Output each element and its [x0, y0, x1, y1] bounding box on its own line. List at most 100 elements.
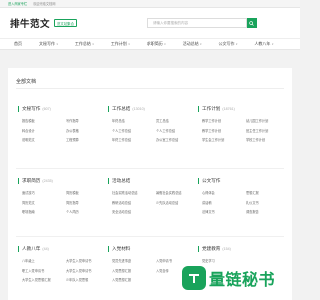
category-block: 人教八年 (44) 八年级上 大学生入党申请书 职工入党申请书 大学生入党申请书 大学生入党…	[18, 246, 108, 282]
category-header[interactable]: 入党材料	[108, 246, 198, 252]
nav-item[interactable]: 人教八年 ▾	[254, 41, 273, 47]
category-header[interactable]: 人教八年 (44)	[18, 246, 108, 252]
category-link[interactable]: 简历模板	[66, 190, 110, 195]
merchant-link[interactable]: 进入商家专栏	[8, 1, 27, 6]
search-input[interactable]: 请输入你要搜索的内容	[146, 18, 247, 28]
category-link[interactable]: 教学工作计划	[202, 118, 246, 123]
category-link[interactable]: 少年队入党思想	[66, 277, 110, 282]
chevron-down-icon: ▾	[164, 42, 166, 46]
category-link[interactable]: 年终工作总结	[112, 137, 156, 142]
category-link[interactable]: 少先队活动总结	[156, 200, 200, 205]
category-name: 公文写作	[202, 178, 221, 183]
category-link[interactable]: 调查报告	[246, 209, 290, 214]
nav-item[interactable]: 工作总结 ▾	[75, 41, 94, 47]
category-count: (2435)	[42, 179, 53, 183]
category-link[interactable]: 入党思想汇报	[112, 277, 156, 282]
category-link[interactable]: 学校工作计划	[246, 137, 290, 142]
divider	[16, 88, 284, 89]
category-link[interactable]: 讲话稿	[202, 200, 246, 205]
category-header[interactable]: 活动总结	[108, 178, 198, 184]
category-link[interactable]: 安全活动总结	[112, 209, 156, 214]
nav-item-label: 人教八年	[254, 41, 271, 46]
category-link[interactable]: 礼仪文书	[246, 200, 290, 205]
category-header[interactable]: 工作计划 (18761)	[198, 106, 288, 112]
nav-item[interactable]: 文秘写作 ▾	[39, 41, 58, 47]
category-link[interactable]: 党员先进事迹	[112, 258, 156, 263]
category-link[interactable]: 大学生入党申请书	[66, 268, 110, 273]
category-header[interactable]: 工作总结 (13010)	[108, 106, 198, 112]
category-count: (607)	[42, 107, 51, 111]
category-block: 求职简历 (2435) 面试技巧 简历模板 简历范文 简历指导 职场指南 个人简历	[18, 178, 108, 214]
category-link[interactable]: 暑假社会实践总结	[156, 190, 200, 195]
nav-item[interactable]: 求职简历 ▾	[147, 41, 166, 47]
nav-item-label: 工作计划	[110, 41, 127, 46]
category-link[interactable]: 幼儿园工作计划	[246, 118, 290, 123]
category-link[interactable]: 八年级上	[22, 258, 66, 263]
category-link[interactable]: 简历范文	[22, 200, 66, 205]
category-header[interactable]: 文秘写作 (607)	[18, 106, 108, 112]
category-link[interactable]: 办公表格	[66, 128, 110, 133]
category-link[interactable]: 入党申请书	[156, 258, 200, 263]
category-link[interactable]: 学生会工作计划	[202, 137, 246, 142]
category-link[interactable]: 党史学习	[202, 258, 246, 263]
category-name: 工作计划	[202, 106, 221, 111]
category-link[interactable]: 员工总结	[156, 118, 200, 123]
logo-text: 排牛范文	[10, 19, 51, 30]
nav-item[interactable]: 公文写作 ▾	[219, 41, 238, 47]
category-link[interactable]: 转合设计	[22, 128, 66, 133]
row-divider	[16, 236, 284, 237]
category-link[interactable]: 教研活动总结	[112, 200, 156, 205]
category-link[interactable]: 大学生入党申请书	[66, 258, 110, 263]
category-link[interactable]: 大学生入党思想汇报	[22, 277, 66, 282]
top-bar: 进入商家专栏 欢迎光临文档网	[0, 0, 300, 8]
nav-item-label: 文秘写作	[39, 41, 55, 46]
category-link[interactable]: 心得体会	[202, 190, 246, 195]
category-link[interactable]: 班主任工作计划	[246, 128, 290, 133]
category-header[interactable]: 党建教育 (154)	[198, 246, 288, 252]
category-link[interactable]: 个人工作总结	[156, 128, 200, 133]
category-count: (44)	[42, 247, 49, 251]
nav-item-label: 工作总结	[74, 41, 91, 46]
category-link[interactable]: 说明范文	[22, 137, 66, 142]
category-link[interactable]: 职工入党申请书	[22, 268, 66, 273]
category-link[interactable]: 思想汇报	[246, 190, 290, 195]
category-link[interactable]: 报告模板	[22, 118, 66, 123]
category-link[interactable]: 年终总结	[112, 118, 156, 123]
category-header[interactable]: 求职简历 (2435)	[18, 178, 108, 184]
logo-subtitle: 范文站集合	[54, 19, 77, 27]
category-link[interactable]: 职场指南	[22, 209, 66, 214]
category-link[interactable]: 个人工作总结	[112, 128, 156, 133]
category-link[interactable]: 社会实践活动总结	[112, 190, 156, 195]
category-count: (154)	[222, 247, 231, 251]
category-link[interactable]: 写作指导	[66, 118, 110, 123]
category-link[interactable]: 工程预算	[66, 137, 110, 142]
category-link[interactable]: 办公室工作总结	[156, 137, 200, 142]
category-link[interactable]: 教学工作计划	[202, 128, 246, 133]
site-logo[interactable]: 排牛范文 范文站集合	[10, 16, 77, 30]
category-name: 文秘写作	[22, 106, 41, 111]
category-link[interactable]: 个人简历	[66, 209, 110, 214]
chevron-down-icon: ▾	[128, 42, 130, 46]
category-link[interactable]: 面试技巧	[22, 190, 66, 195]
category-name: 党建教育	[202, 246, 221, 251]
chevron-down-icon: ▾	[92, 42, 94, 46]
nav-item[interactable]: 活动总结 ▾	[183, 41, 202, 47]
category-block: 文秘写作 (607) 报告模板 写作指导 转合设计 办公表格 说明范文 工程预算	[18, 106, 108, 142]
category-link[interactable]: 入党思想汇报	[112, 268, 156, 273]
chevron-down-icon: ▾	[236, 42, 238, 46]
category-name: 活动总结	[112, 178, 131, 183]
page-title: 全部文档	[16, 79, 37, 85]
category-link[interactable]: 法律文书	[202, 209, 246, 214]
category-header[interactable]: 公文写作	[198, 178, 288, 184]
nav-item[interactable]: 工作计划 ▾	[111, 41, 130, 47]
nav-item-label: 公文写作	[218, 41, 235, 46]
welcome-text: 欢迎光临文档网	[33, 2, 56, 6]
category-link[interactable]: 简历指导	[66, 200, 110, 205]
category-link	[246, 258, 290, 263]
nav-item[interactable]: 首页	[14, 41, 22, 47]
search-icon	[249, 20, 255, 26]
chevron-down-icon: ▾	[200, 42, 202, 46]
nav-item-label: 求职简历	[146, 41, 163, 46]
nav-item-label: 活动总结	[182, 41, 199, 46]
search-button[interactable]	[246, 18, 257, 28]
